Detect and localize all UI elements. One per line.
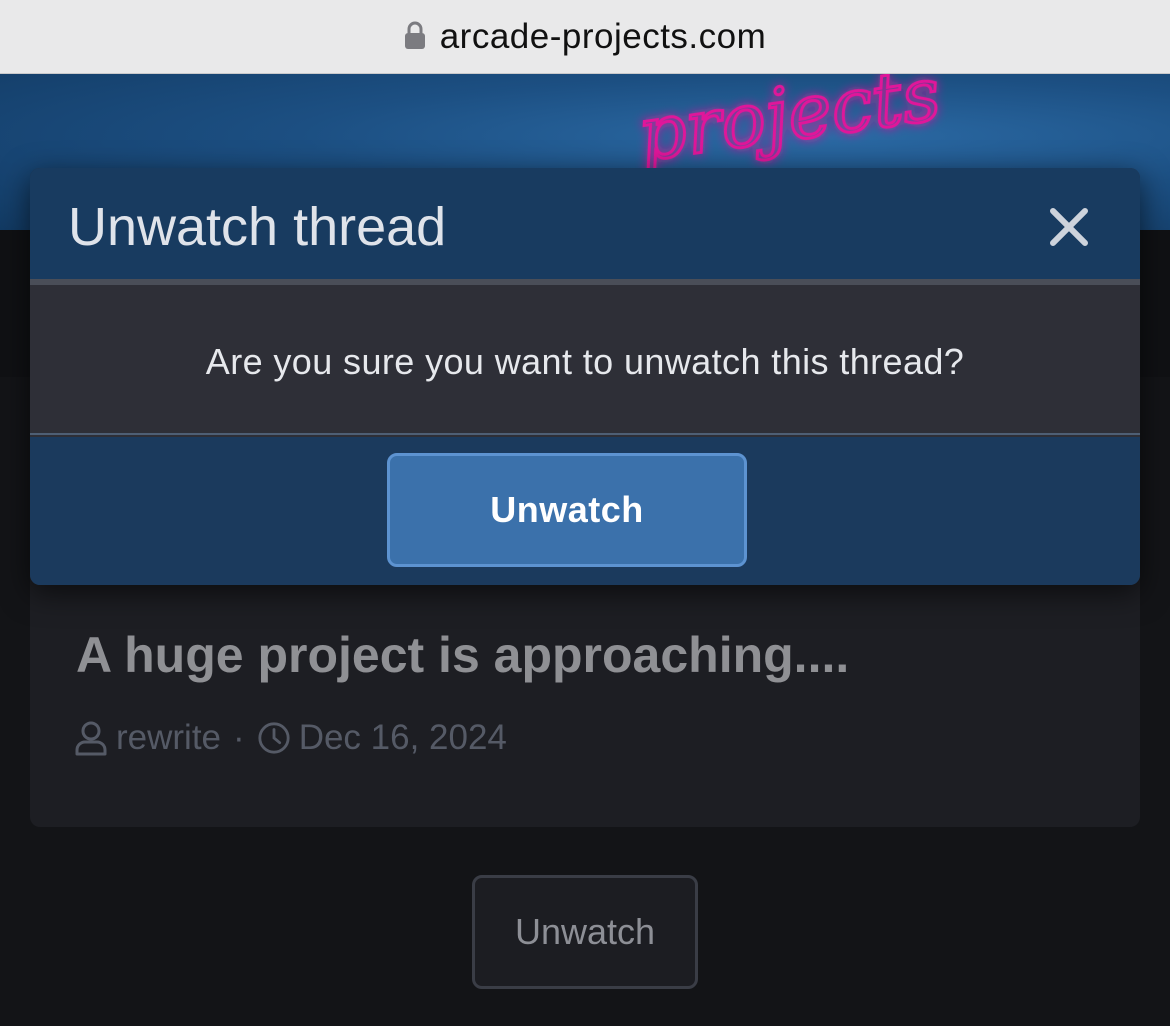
confirm-unwatch-button[interactable]: Unwatch <box>387 453 747 567</box>
lock-icon <box>404 21 425 49</box>
unwatch-dialog: Unwatch thread Are you sure you want to … <box>30 168 1140 585</box>
dialog-title: Unwatch thread <box>68 197 447 257</box>
close-icon <box>1050 208 1088 246</box>
dialog-message: Are you sure you want to unwatch this th… <box>205 341 965 382</box>
dialog-header: Unwatch thread <box>30 168 1140 285</box>
close-button[interactable] <box>1044 202 1094 252</box>
dialog-footer: Unwatch <box>30 437 1140 585</box>
dialog-body: Are you sure you want to unwatch this th… <box>30 291 1140 435</box>
url-text: arcade-projects.com <box>439 16 767 56</box>
browser-url-bar[interactable]: arcade-projects.com <box>0 0 1170 74</box>
